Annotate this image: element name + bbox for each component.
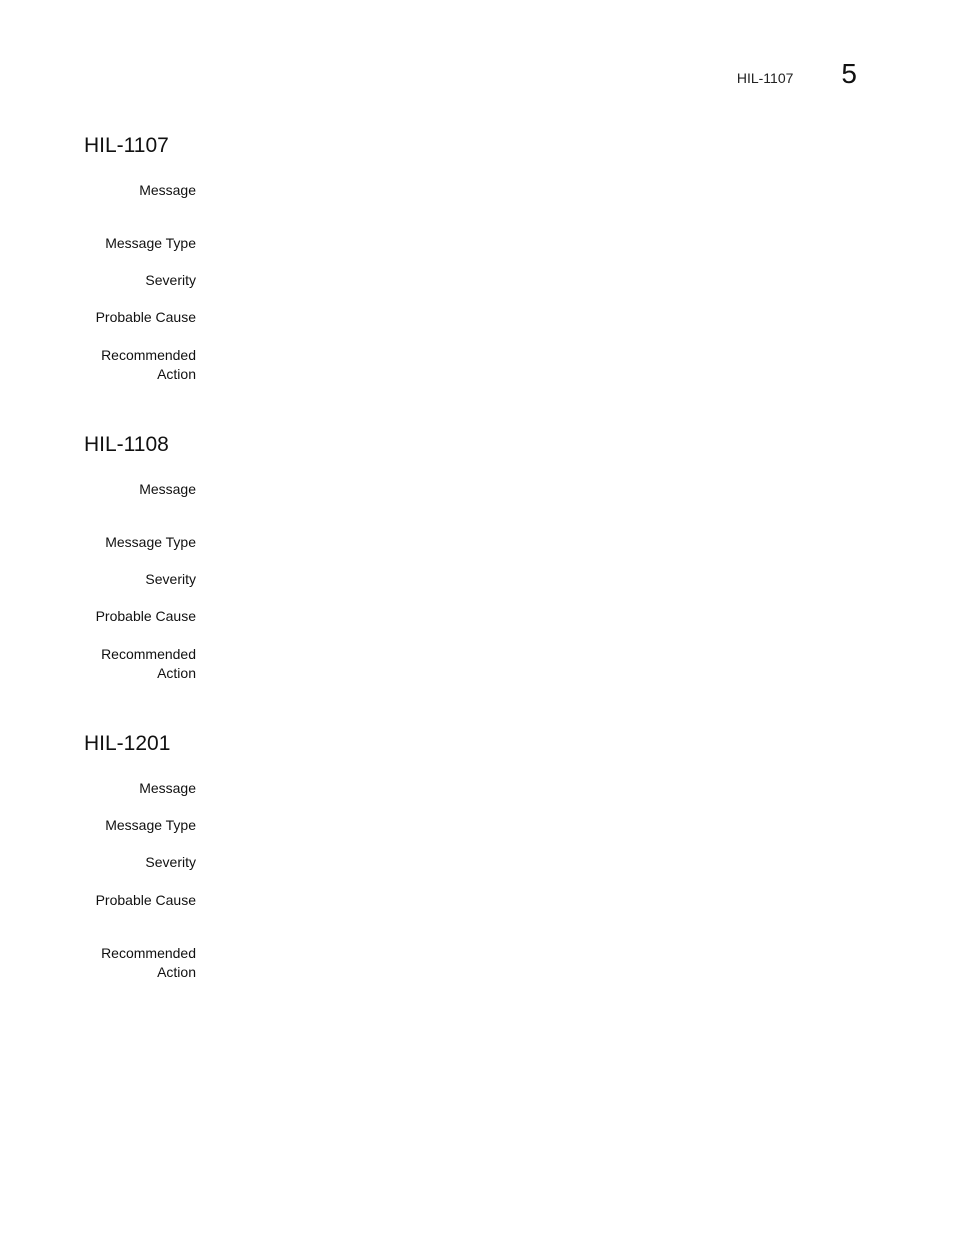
field-label-message-type: Message Type [105, 235, 196, 251]
field-label-probable-cause: Probable Cause [95, 892, 196, 908]
field-label-message: Message [139, 481, 196, 497]
field-label-message-type: Message Type [105, 817, 196, 833]
field-label-recommended-action: Recommended Action [101, 945, 196, 980]
field-label-probable-cause: Probable Cause [95, 309, 196, 325]
field-label-message: Message [139, 182, 196, 198]
running-title: HIL-1107 [736, 70, 794, 86]
field-label-message-type: Message Type [105, 534, 196, 550]
field-label-severity: Severity [145, 854, 196, 870]
section-title: HIL-1201 [84, 732, 171, 755]
section-title: HIL-1108 [84, 433, 169, 456]
field-label-recommended-action: Recommended Action [101, 347, 196, 382]
field-label-message: Message [139, 780, 196, 796]
chapter-number: 5 [841, 58, 857, 89]
message-section: HIL-1201 Message Message Type Severity P… [84, 731, 864, 980]
message-section: HIL-1108 Message Message Type Severity P… [84, 432, 864, 681]
section-title: HIL-1107 [84, 134, 169, 157]
field-label-recommended-action: Recommended Action [101, 646, 196, 681]
running-header: HIL-1107 5 [737, 58, 857, 90]
message-section: HIL-1107 Message Message Type Severity P… [84, 133, 864, 382]
field-label-severity: Severity [145, 571, 196, 587]
field-label-probable-cause: Probable Cause [95, 608, 196, 624]
field-label-severity: Severity [145, 272, 196, 288]
